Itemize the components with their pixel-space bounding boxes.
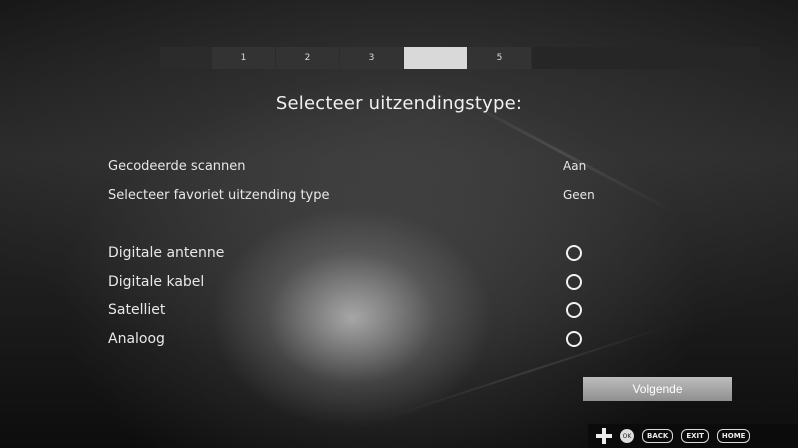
- setting-value: Aan: [563, 159, 587, 173]
- dpad-icon: [596, 428, 612, 444]
- option-label: Satelliet: [108, 302, 166, 318]
- step-bar-left-pad: [160, 47, 212, 69]
- home-key-icon: HOME: [716, 429, 751, 443]
- radio-button[interactable]: [566, 245, 582, 261]
- wizard-step-bar: 1 2 3 4 5: [160, 47, 760, 69]
- radio-button[interactable]: [566, 274, 582, 290]
- option-digital-cable[interactable]: Digitale kabel: [108, 271, 628, 293]
- tv-setup-screen: 1 2 3 4 5 Selecteer uitzendingstype: Gec…: [0, 0, 798, 448]
- next-button[interactable]: Volgende: [583, 377, 732, 401]
- radio-button[interactable]: [566, 302, 582, 318]
- setting-favorite-broadcast-type[interactable]: Selecteer favoriet uitzending type Geen: [108, 184, 628, 206]
- page-title: Selecteer uitzendingstype:: [275, 93, 523, 114]
- option-satellite[interactable]: Satelliet: [108, 299, 628, 321]
- setting-label: Selecteer favoriet uitzending type: [108, 187, 330, 203]
- wizard-step-1[interactable]: 1: [212, 47, 275, 69]
- radio-button[interactable]: [566, 331, 582, 347]
- setting-value: Geen: [563, 188, 595, 202]
- option-digital-antenna[interactable]: Digitale antenne: [108, 242, 628, 264]
- wizard-step-2[interactable]: 2: [276, 47, 339, 69]
- setting-label: Gecodeerde scannen: [108, 158, 246, 174]
- wizard-step-5[interactable]: 5: [468, 47, 531, 69]
- setting-encrypted-scan[interactable]: Gecodeerde scannen Aan: [108, 155, 628, 177]
- exit-key-icon: EXIT: [681, 429, 709, 443]
- option-label: Analoog: [108, 331, 165, 347]
- option-label: Digitale antenne: [108, 245, 225, 261]
- step-bar-right-pad: [532, 47, 760, 69]
- option-label: Digitale kabel: [108, 274, 205, 290]
- back-key-icon: BACK: [642, 429, 674, 443]
- wizard-step-4[interactable]: 4: [404, 47, 467, 69]
- remote-hint-bar: OK BACK EXIT HOME: [588, 424, 798, 448]
- option-analog[interactable]: Analoog: [108, 328, 628, 350]
- wizard-step-3[interactable]: 3: [340, 47, 403, 69]
- ok-key-icon: OK: [620, 429, 634, 443]
